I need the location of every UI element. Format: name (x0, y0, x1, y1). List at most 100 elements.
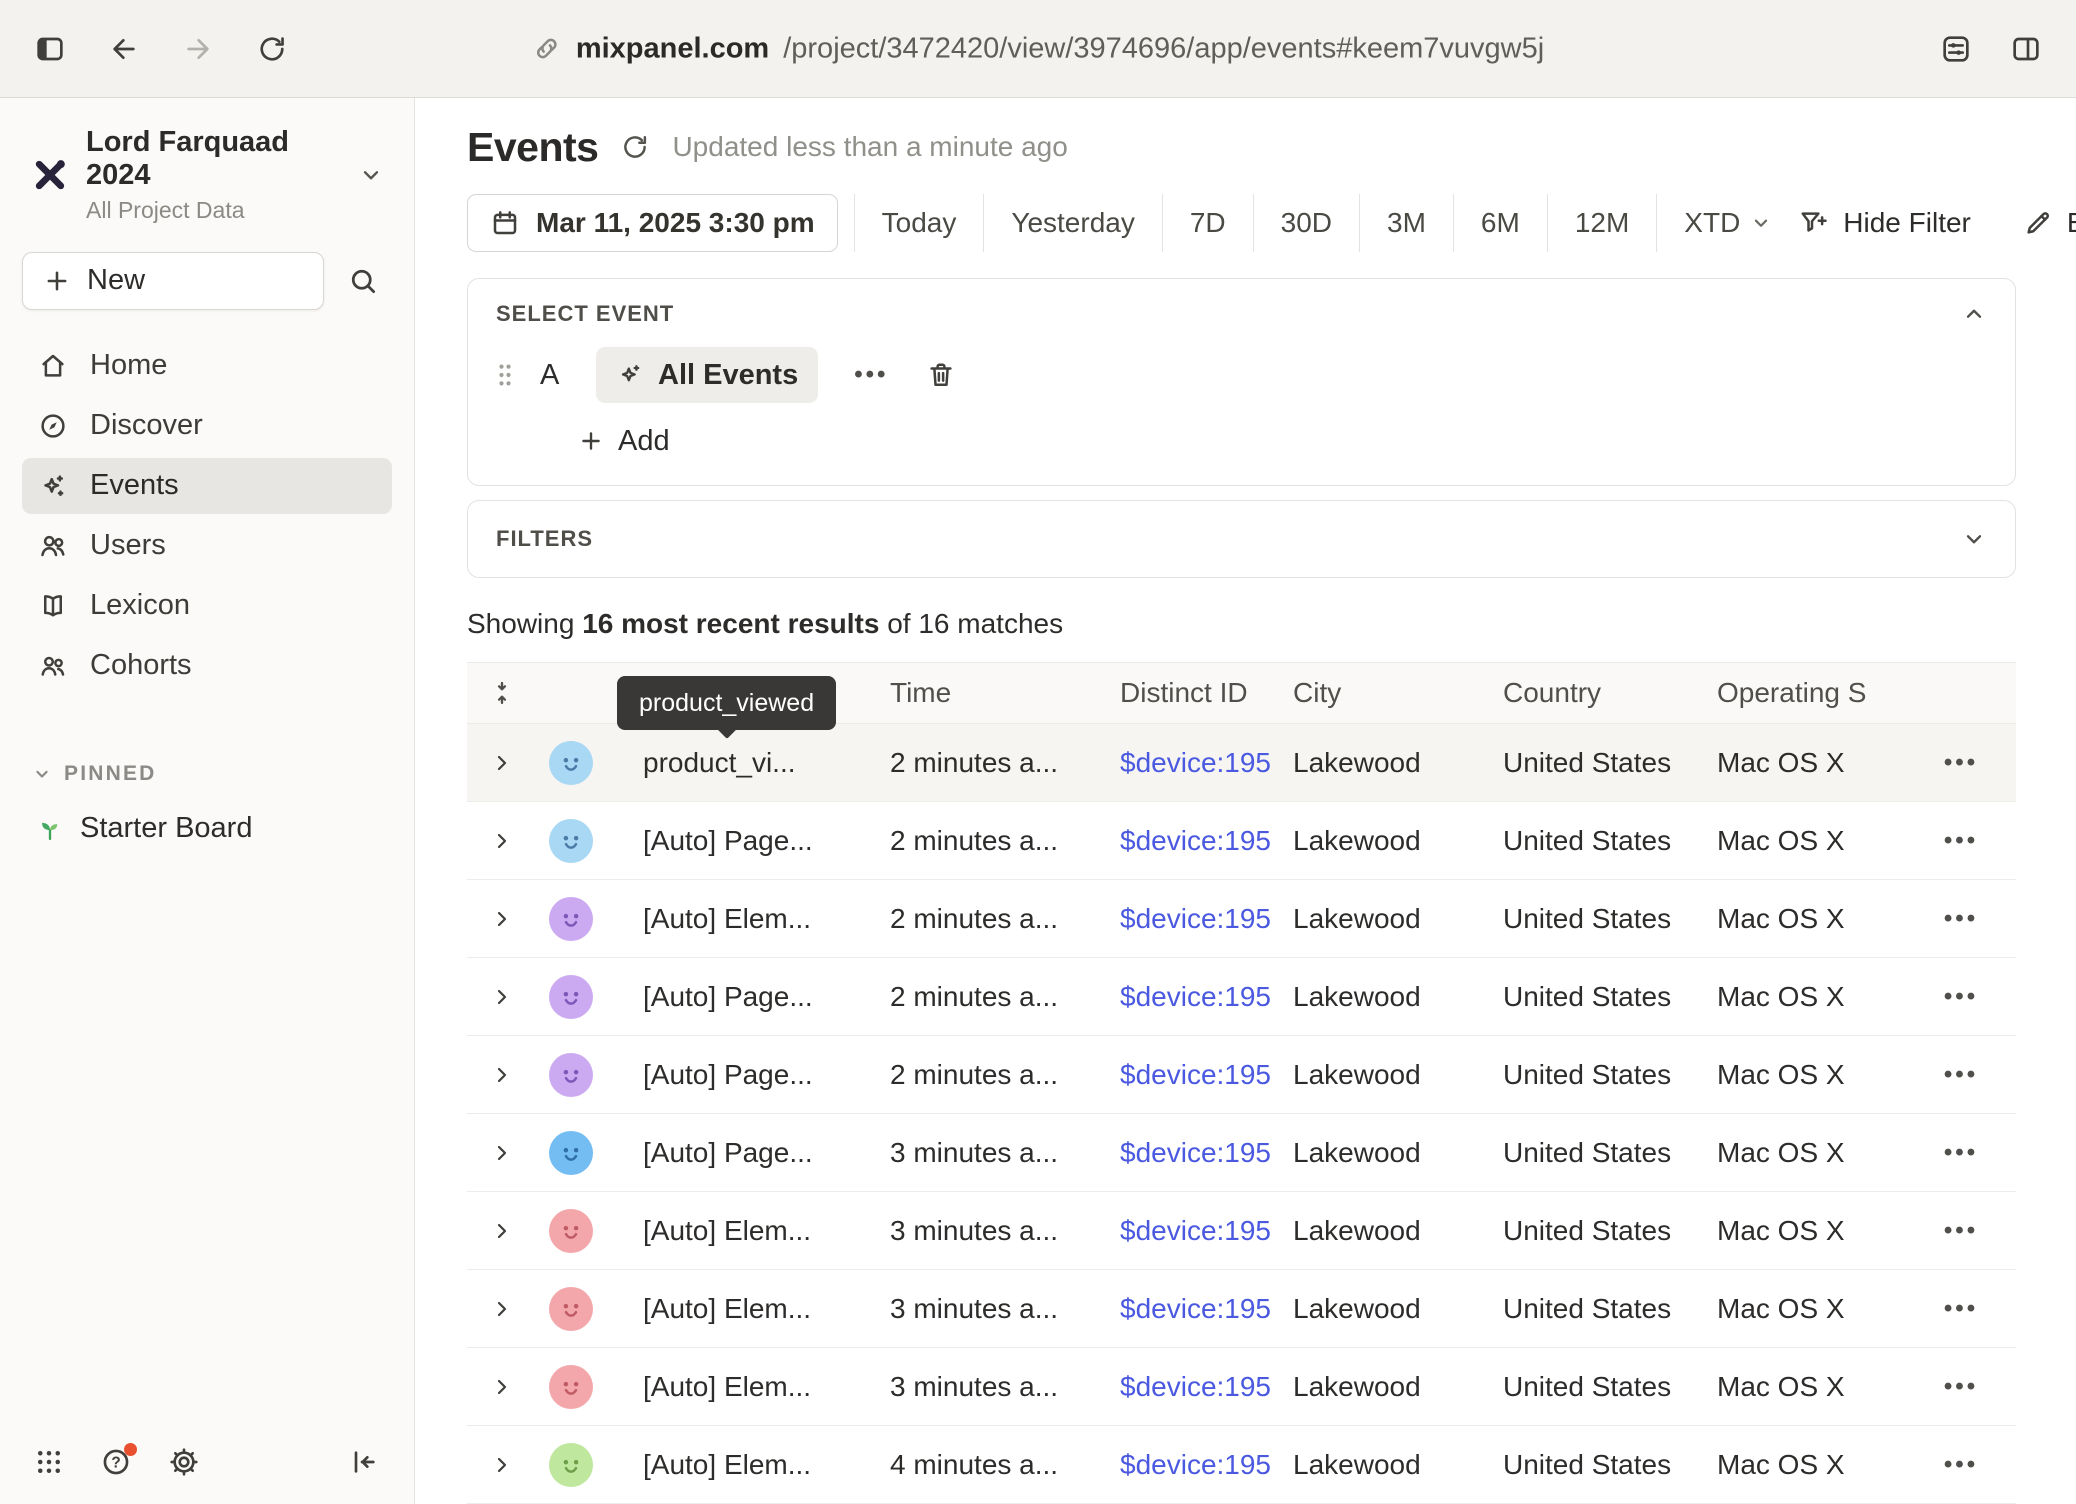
row-expand-chevron[interactable] (467, 907, 537, 931)
pinned-section-header[interactable]: PINNED (22, 762, 392, 786)
distinct-id-link[interactable]: $device:195... (1120, 1449, 1273, 1480)
col-distinct-id[interactable]: Distinct ID (1100, 677, 1273, 709)
sidebar-item-discover[interactable]: Discover (22, 398, 392, 454)
sidebar-item-events[interactable]: Events (22, 458, 392, 514)
distinct-id-link[interactable]: $device:195... (1120, 1371, 1273, 1402)
row-actions-menu[interactable]: ••• (1906, 983, 2016, 1011)
distinct-id-link[interactable]: $device:195... (1120, 1215, 1273, 1246)
event-country: United States (1483, 747, 1697, 779)
event-os: Mac OS X (1697, 903, 1906, 935)
gear-icon[interactable] (168, 1446, 200, 1478)
row-expand-chevron[interactable] (467, 985, 537, 1009)
hide-filter-button[interactable]: Hide Filter (1799, 207, 1971, 239)
new-button[interactable]: New (22, 252, 324, 310)
split-view-icon[interactable] (2010, 33, 2042, 65)
back-icon[interactable] (108, 33, 140, 65)
row-expand-chevron[interactable] (467, 1141, 537, 1165)
range-yesterday[interactable]: Yesterday (983, 194, 1162, 252)
row-expand-chevron[interactable] (467, 1063, 537, 1087)
table-row[interactable]: [Auto] Page... 2 minutes a... $device:19… (467, 958, 2016, 1036)
row-expand-chevron[interactable] (467, 829, 537, 853)
table-row[interactable]: [Auto] Elem... 3 minutes a... $device:19… (467, 1270, 2016, 1348)
event-avatar (549, 1365, 593, 1409)
row-actions-menu[interactable]: ••• (1906, 905, 2016, 933)
forward-icon[interactable] (182, 33, 214, 65)
table-row[interactable]: [Auto] Elem... 3 minutes a... $device:19… (467, 1348, 2016, 1426)
table-row[interactable]: product_vi... 2 minutes a... $device:195… (467, 724, 2016, 802)
collapse-sidebar-icon[interactable] (348, 1446, 380, 1478)
event-options-menu[interactable]: ••• (854, 361, 888, 389)
results-summary: Showing 16 most recent results of 16 mat… (467, 608, 2016, 642)
distinct-id-link[interactable]: $device:195... (1120, 1059, 1273, 1090)
col-time[interactable]: Time (870, 677, 1100, 709)
table-row[interactable]: [Auto] Page... 2 minutes a... $device:19… (467, 802, 2016, 880)
row-actions-menu[interactable]: ••• (1906, 1295, 2016, 1323)
range-30d[interactable]: 30D (1253, 194, 1359, 252)
sidebar-item-label: Events (90, 469, 179, 502)
row-actions-menu[interactable]: ••• (1906, 1061, 2016, 1089)
row-expand-chevron[interactable] (467, 1297, 537, 1321)
reload-icon[interactable] (256, 33, 288, 65)
event-avatar (549, 741, 593, 785)
distinct-id-link[interactable]: $device:195... (1120, 747, 1273, 778)
distinct-id-link[interactable]: $device:195... (1120, 825, 1273, 856)
trash-icon[interactable] (926, 360, 956, 390)
row-actions-menu[interactable]: ••• (1906, 1451, 2016, 1479)
help-button[interactable]: ? (100, 1446, 132, 1478)
event-os: Mac OS X (1697, 981, 1906, 1013)
event-name: [Auto] Elem... (623, 1449, 870, 1481)
distinct-id-link[interactable]: $device:195... (1120, 1137, 1273, 1168)
edit-columns-button[interactable]: Edit Columns · 6 (2023, 207, 2076, 239)
range-xtd[interactable]: XTD (1656, 194, 1799, 252)
row-expand-chevron[interactable] (467, 751, 537, 775)
table-row[interactable]: [Auto] Page... 2 minutes a... $device:19… (467, 1036, 2016, 1114)
row-actions-menu[interactable]: ••• (1906, 827, 2016, 855)
row-expand-chevron[interactable] (467, 1453, 537, 1477)
all-events-selector[interactable]: All Events (596, 347, 818, 403)
range-today[interactable]: Today (854, 194, 984, 252)
range-3m[interactable]: 3M (1359, 194, 1453, 252)
refresh-icon[interactable] (620, 132, 650, 162)
browser-sidebar-toggle-icon[interactable] (34, 33, 66, 65)
table-row[interactable]: [Auto] Elem... 2 minutes a... $device:19… (467, 880, 2016, 958)
col-os[interactable]: Operating S (1697, 677, 1906, 709)
event-avatar (549, 1053, 593, 1097)
url-bar[interactable]: mixpanel.com/project/3472420/view/397469… (532, 32, 1544, 65)
row-expand-chevron[interactable] (467, 1375, 537, 1399)
pencil-icon (2023, 208, 2053, 238)
row-actions-menu[interactable]: ••• (1906, 1139, 2016, 1167)
pinned-item-starter-board[interactable]: Starter Board (22, 802, 392, 856)
range-12m[interactable]: 12M (1547, 194, 1656, 252)
link-icon (532, 34, 562, 64)
distinct-id-link[interactable]: $device:195... (1120, 903, 1273, 934)
browser-settings-icon[interactable] (1940, 33, 1972, 65)
row-expand-chevron[interactable] (467, 1219, 537, 1243)
project-switcher[interactable]: Lord Farquaad 2024 All Project Data (22, 124, 392, 226)
add-event-button[interactable]: Add (578, 421, 670, 461)
date-picker-button[interactable]: Mar 11, 2025 3:30 pm (467, 194, 838, 252)
col-city[interactable]: City (1273, 677, 1483, 709)
apps-grid-icon[interactable] (34, 1447, 64, 1477)
sidebar-item-lexicon[interactable]: Lexicon (22, 578, 392, 634)
table-row[interactable]: [Auto] Elem... 3 minutes a... $device:19… (467, 1192, 2016, 1270)
chevron-down-icon[interactable] (1961, 526, 1987, 552)
col-country[interactable]: Country (1483, 677, 1697, 709)
row-actions-menu[interactable]: ••• (1906, 1373, 2016, 1401)
sidebar-item-home[interactable]: Home (22, 338, 392, 394)
distinct-id-link[interactable]: $device:195... (1120, 981, 1273, 1012)
sidebar-item-users[interactable]: Users (22, 518, 392, 574)
drag-handle-icon[interactable] (496, 361, 514, 389)
sidebar-item-cohorts[interactable]: Cohorts (22, 638, 392, 694)
table-row[interactable]: [Auto] Elem... 4 minutes a... $device:19… (467, 1426, 2016, 1504)
range-6m[interactable]: 6M (1453, 194, 1547, 252)
table-row[interactable]: [Auto] Page... 3 minutes a... $device:19… (467, 1114, 2016, 1192)
search-button[interactable] (334, 252, 392, 310)
collapse-all-icon[interactable] (467, 679, 537, 707)
chevron-down-icon (32, 764, 52, 784)
book-icon (38, 591, 68, 621)
row-actions-menu[interactable]: ••• (1906, 1217, 2016, 1245)
row-actions-menu[interactable]: ••• (1906, 749, 2016, 777)
distinct-id-link[interactable]: $device:195... (1120, 1293, 1273, 1324)
chevron-up-icon[interactable] (1961, 301, 1987, 327)
range-7d[interactable]: 7D (1162, 194, 1253, 252)
